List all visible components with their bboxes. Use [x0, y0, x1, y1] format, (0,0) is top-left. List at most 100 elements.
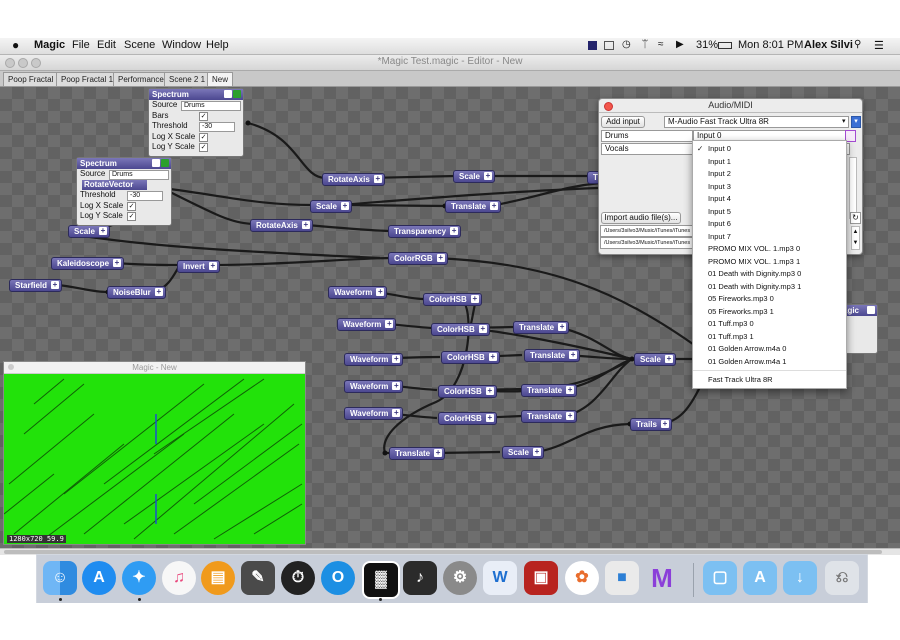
node-scale-1[interactable]: Scale + [453, 170, 495, 183]
input-name-vocals[interactable]: Vocals [601, 143, 693, 155]
dropdown-option[interactable]: PROMO MIX VOL. 1.mp3 1 [708, 256, 800, 269]
node-waveform-4[interactable]: Waveform + [344, 380, 404, 393]
add-icon[interactable]: + [392, 355, 401, 363]
source-select[interactable]: Drums [109, 170, 169, 180]
node-translate-3[interactable]: Translate + [524, 349, 581, 362]
close-audio-midi-button[interactable] [604, 102, 613, 111]
dropdown-option[interactable]: 01 Death with Dignity.mp3 1 [708, 281, 801, 294]
node-kaleidoscope[interactable]: Kaleidoscope + [51, 257, 125, 270]
node-waveform-1[interactable]: Waveform + [328, 286, 388, 299]
spotlight-icon[interactable]: ⚲ [854, 39, 861, 50]
audio-file-path-1[interactable]: /Users/3silvo3/Music/iTunes/iTunes M [600, 225, 699, 237]
logy-checkbox[interactable]: ✓ [127, 212, 136, 221]
logx-checkbox[interactable]: ✓ [127, 201, 136, 211]
logy-checkbox[interactable]: ✓ [199, 143, 208, 152]
bars-checkbox[interactable]: ✓ [199, 111, 208, 121]
add-icon[interactable]: + [113, 259, 122, 267]
edit-menu[interactable]: Edit [97, 39, 116, 51]
downloads-folder-icon[interactable]: ↓ [783, 561, 817, 595]
node-scale-4[interactable]: Scale + [634, 353, 676, 366]
quicktime-icon[interactable]: O [321, 561, 355, 595]
system-preferences-icon[interactable]: ⚙ [443, 561, 477, 595]
photos-icon[interactable]: ✿ [565, 561, 599, 595]
tab-poop-fractal-1[interactable]: Poop Fractal 1 [56, 72, 119, 86]
apple-menu-icon[interactable]: ● [12, 38, 19, 52]
dropdown-option[interactable]: Input 2 [708, 168, 731, 181]
refresh-icon[interactable]: ↻ [850, 212, 861, 224]
finder-icon[interactable]: ☺ [43, 561, 77, 595]
add-icon[interactable]: + [483, 172, 492, 180]
node-scale-5[interactable]: Scale + [502, 446, 544, 459]
dropdown-option[interactable]: 01 Golden Arrow.m4a 1 [708, 356, 786, 369]
add-icon[interactable]: + [340, 202, 349, 210]
scene-menu[interactable]: Scene [124, 39, 155, 51]
dropdown-option[interactable]: Input 0 [708, 143, 731, 156]
input-channel-dropdown[interactable]: ✓ Input 0 Input 1 Input 2 Input 3 Input … [692, 140, 847, 389]
final-cut-icon[interactable]: ✎ [241, 561, 275, 595]
add-icon[interactable]: + [376, 288, 385, 296]
tab-performance[interactable]: Performance [113, 72, 169, 86]
add-icon[interactable]: + [558, 323, 567, 331]
node-waveform-2[interactable]: Waveform + [337, 318, 397, 331]
add-icon[interactable]: + [436, 254, 445, 262]
add-icon[interactable]: + [532, 448, 541, 456]
rotatevector-node[interactable]: RotateVector [82, 179, 148, 190]
node-colorhsb-2[interactable]: ColorHSB + [431, 323, 490, 336]
add-icon[interactable]: + [660, 420, 669, 428]
node-scale-3[interactable]: Scale + [68, 225, 110, 238]
node-waveform-3[interactable]: Waveform + [344, 353, 404, 366]
device-menu-button[interactable]: ▾ [851, 116, 861, 128]
node-colorhsb-3[interactable]: ColorHSB + [441, 351, 500, 364]
dropdown-option[interactable]: PROMO MIX VOL. 1.mp3 0 [708, 243, 800, 256]
dropdown-option[interactable]: 01 Death with Dignity.mp3 0 [708, 268, 801, 281]
itunes-icon[interactable]: ♫ [162, 561, 196, 595]
help-menu[interactable]: Help [206, 39, 229, 51]
display-icon[interactable] [604, 41, 614, 50]
node-starfield[interactable]: Starfield + [9, 279, 63, 292]
battery-icon[interactable] [718, 42, 732, 49]
add-icon[interactable]: + [98, 227, 107, 235]
dropdown-option[interactable]: 01 Tuff.mp3 0 [708, 318, 754, 331]
logx-checkbox[interactable]: ✓ [199, 132, 208, 142]
dropdown-option[interactable]: 01 Tuff.mp3 1 [708, 331, 754, 344]
dropdown-option[interactable]: Input 4 [708, 193, 731, 206]
trash-icon[interactable]: ⎌ [825, 561, 859, 595]
dropdown-option[interactable]: 05 Fireworks.mp3 0 [708, 293, 774, 306]
node-translate-1[interactable]: Translate + [445, 200, 502, 213]
node-trails[interactable]: Trails + [630, 418, 672, 431]
add-icon[interactable] [233, 90, 241, 98]
safari-icon[interactable]: ✦ [122, 561, 156, 595]
tab-poop-fractal[interactable]: Poop Fractal [3, 72, 59, 86]
minimize-icon[interactable] [224, 90, 232, 98]
dropdown-option[interactable]: Fast Track Ultra 8R [708, 374, 773, 387]
node-translate-6[interactable]: Translate + [389, 447, 446, 460]
add-icon[interactable] [161, 159, 169, 167]
node-translate-2[interactable]: Translate + [513, 321, 570, 334]
node-noiseblur[interactable]: NoiseBlur + [107, 286, 166, 299]
photo-booth-icon[interactable]: ▣ [524, 561, 558, 595]
add-icon[interactable]: + [485, 387, 494, 395]
add-icon[interactable]: + [434, 449, 443, 457]
node-scale-2[interactable]: Scale + [310, 200, 352, 213]
user-name[interactable]: Alex Silvi [804, 39, 853, 51]
import-audio-button[interactable]: Import audio file(s)... [601, 212, 681, 224]
battery-percent[interactable]: 31% [696, 39, 718, 51]
add-icon[interactable]: + [51, 281, 60, 289]
source-select[interactable]: Drums [181, 101, 241, 111]
node-colorhsb-4[interactable]: ColorHSB + [438, 385, 497, 398]
node-colorhsb-1[interactable]: ColorHSB + [423, 293, 482, 306]
threshold-input[interactable]: -30 [199, 122, 235, 132]
node-colorrgb[interactable]: ColorRGB + [388, 252, 448, 265]
add-icon[interactable]: + [490, 202, 499, 210]
add-icon[interactable]: + [485, 414, 494, 422]
node-translate-5[interactable]: Translate + [521, 410, 578, 423]
add-icon[interactable]: + [488, 353, 497, 361]
add-icon[interactable]: + [470, 295, 479, 303]
add-icon[interactable]: + [478, 325, 487, 333]
wifi-icon[interactable]: ≈ [658, 39, 664, 50]
add-icon[interactable]: + [566, 412, 575, 420]
add-icon[interactable]: + [208, 262, 217, 270]
input-name-drums[interactable]: Drums [601, 130, 693, 142]
time-machine-icon[interactable]: ◷ [622, 39, 631, 50]
app-menu[interactable]: Magic [34, 39, 65, 51]
